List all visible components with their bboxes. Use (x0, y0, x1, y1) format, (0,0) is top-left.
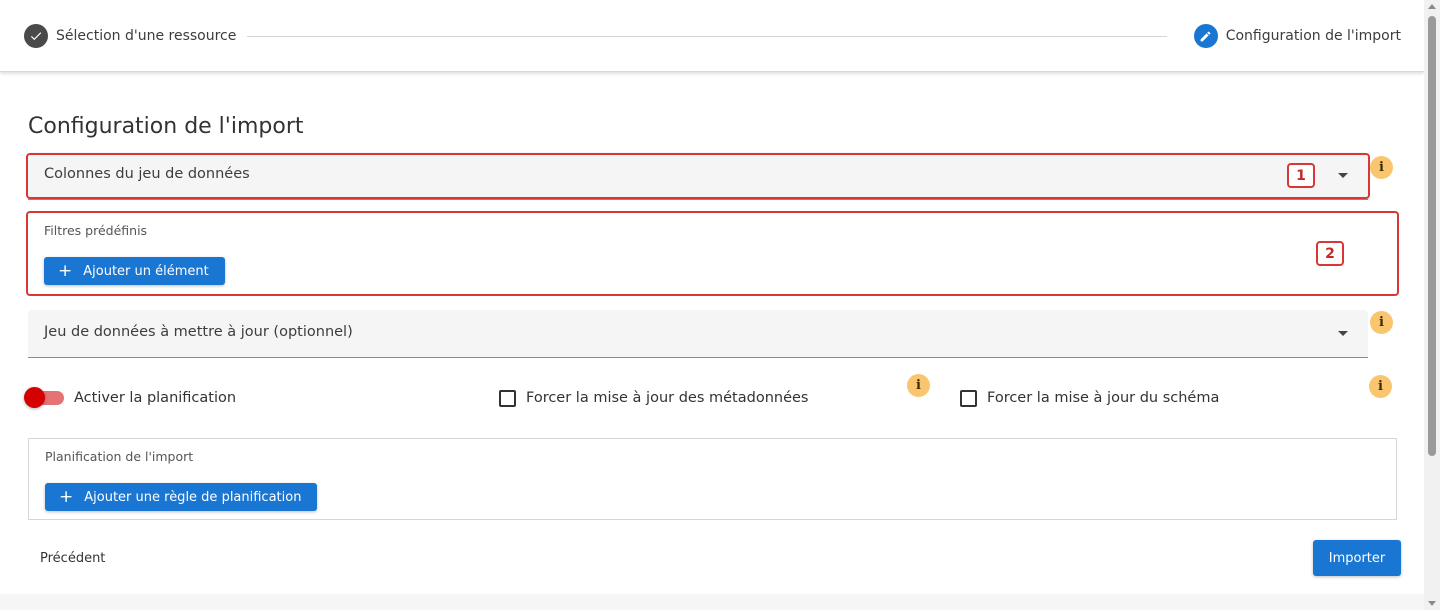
toggle-track[interactable] (24, 387, 64, 408)
force-schema-label: Forcer la mise à jour du schéma (987, 390, 1220, 406)
schedule-toggle[interactable]: Activer la planification (24, 386, 237, 410)
import-schedule-panel: Planification de l'import + Ajouter une … (28, 438, 1397, 520)
step-import-configuration[interactable]: Configuration de l'import (1193, 24, 1401, 48)
annotation-tag-1: 1 (1287, 163, 1315, 188)
force-metadata-checkbox[interactable] (499, 389, 516, 407)
annotation-tag-2: 2 (1316, 241, 1344, 266)
scroll-up-arrow-icon[interactable] (1428, 4, 1436, 9)
scroll-down-arrow-icon[interactable] (1428, 601, 1436, 606)
import-button[interactable]: Importer (1313, 540, 1401, 576)
scrollbar-thumb[interactable] (1428, 16, 1436, 456)
pencil-icon (1193, 24, 1218, 48)
schedule-toggle-label: Activer la planification (74, 390, 237, 406)
force-metadata-label: Forcer la mise à jour des métadonnées (526, 390, 809, 406)
check-icon (24, 24, 48, 48)
step-label: Configuration de l'import (1225, 28, 1401, 44)
bottom-band (0, 594, 1424, 610)
force-schema-checkbox[interactable] (960, 389, 977, 407)
info-icon[interactable]: i (1370, 156, 1393, 179)
add-schedule-rule-button-label: Ajouter une règle de planification (84, 489, 302, 505)
info-icon[interactable]: i (1370, 311, 1393, 334)
step-label: Sélection d'une ressource (56, 28, 237, 44)
stepper-connector (247, 36, 1167, 37)
annotation-box-1 (26, 153, 1370, 199)
plus-icon: + (59, 486, 74, 507)
previous-button[interactable]: Précédent (28, 544, 117, 572)
info-icon[interactable]: i (907, 374, 930, 397)
schedule-panel-label: Planification de l'import (45, 449, 194, 464)
vertical-scrollbar[interactable] (1424, 0, 1440, 610)
dataset-update-select-label: Jeu de données à mettre à jour (optionne… (44, 324, 353, 340)
page-title: Configuration de l'import (28, 114, 304, 139)
step-resource-selection[interactable]: Sélection d'une ressource (24, 24, 236, 48)
force-schema-checkbox-row[interactable]: Forcer la mise à jour du schéma (960, 386, 1219, 410)
info-icon[interactable]: i (1369, 375, 1392, 398)
add-schedule-rule-button[interactable]: + Ajouter une règle de planification (45, 483, 318, 511)
annotation-box-2 (26, 211, 1399, 296)
dropdown-arrow-icon[interactable] (1338, 331, 1348, 336)
dataset-update-select[interactable]: Jeu de données à mettre à jour (optionne… (28, 310, 1368, 358)
stepper-header: Sélection d'une ressource Configuration … (0, 0, 1424, 72)
force-metadata-checkbox-row[interactable]: Forcer la mise à jour des métadonnées (499, 386, 808, 410)
toggle-knob[interactable] (24, 387, 45, 408)
